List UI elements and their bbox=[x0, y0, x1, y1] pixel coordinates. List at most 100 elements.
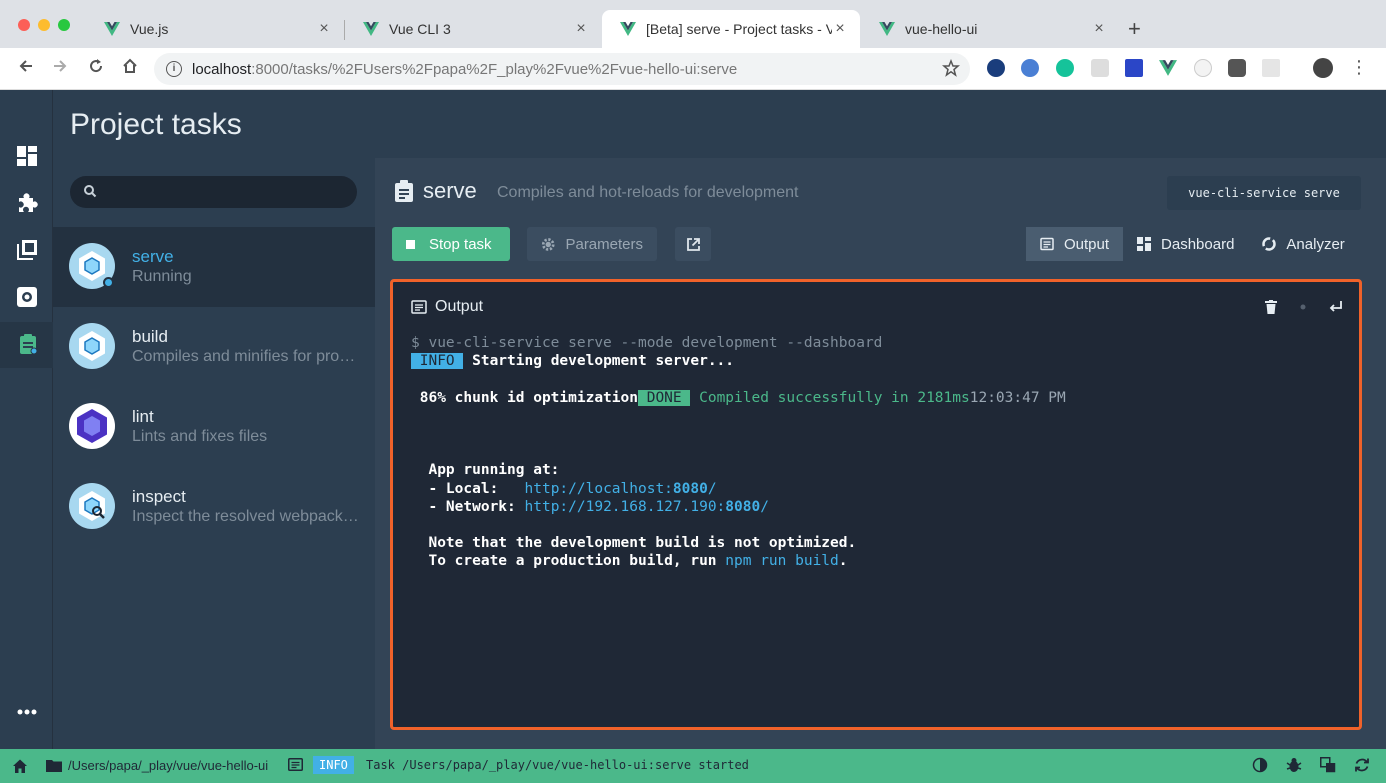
avatar[interactable] bbox=[1313, 58, 1333, 78]
extension-icon[interactable] bbox=[1228, 59, 1246, 77]
dependencies-icon[interactable] bbox=[16, 239, 38, 261]
tab-close-icon[interactable]: × bbox=[316, 20, 332, 38]
dashboard-icon[interactable] bbox=[16, 145, 38, 167]
task-list-sidebar: serve Running build Compiles and minifie… bbox=[53, 158, 375, 749]
eslint-icon bbox=[69, 403, 115, 449]
url-port: 8080 bbox=[672, 480, 708, 497]
terminal-line: . bbox=[838, 553, 848, 570]
extension-icon[interactable] bbox=[1194, 59, 1212, 77]
bug-report-icon[interactable] bbox=[1286, 757, 1302, 773]
network-url-link[interactable]: http://192.168.127.190:8080/ bbox=[525, 499, 769, 515]
tab-dashboard-label: Dashboard bbox=[1161, 235, 1235, 253]
extension-icon[interactable] bbox=[1091, 59, 1109, 77]
task-name: serve bbox=[132, 247, 174, 266]
extension-icon[interactable] bbox=[1262, 59, 1280, 77]
arrow-right-icon bbox=[54, 60, 67, 72]
output-panel: Output $ vue-cli-service serve --mode de… bbox=[390, 279, 1362, 730]
task-title: serve bbox=[423, 178, 477, 203]
url-text: http://192.168.127.190: bbox=[524, 498, 726, 515]
terminal-line: Note that the development build is not o… bbox=[411, 535, 857, 552]
info-icon[interactable]: i bbox=[166, 61, 182, 77]
more-icon[interactable] bbox=[16, 707, 38, 717]
back-button[interactable] bbox=[14, 57, 38, 81]
grammarly-icon[interactable] bbox=[1056, 59, 1074, 77]
webpack-inspect-icon bbox=[69, 483, 115, 529]
task-detail: serve Compiles and hot-reloads for devel… bbox=[375, 158, 1386, 749]
parameters-button[interactable]: Parameters bbox=[527, 227, 657, 261]
extension-icon[interactable] bbox=[1125, 59, 1143, 77]
reload-button[interactable] bbox=[84, 57, 108, 81]
task-description: Inspect the resolved webpack config bbox=[132, 508, 362, 525]
forward-button[interactable] bbox=[48, 57, 72, 81]
task-item-build[interactable]: build Compiles and minifies for producti… bbox=[53, 307, 375, 387]
home-icon bbox=[123, 58, 137, 73]
task-item-lint[interactable]: lint Lints and fixes files bbox=[53, 387, 375, 467]
view-switcher: Output Dashboard Analyzer bbox=[1026, 227, 1359, 261]
tab-analyzer[interactable]: Analyzer bbox=[1248, 227, 1358, 261]
task-name: build bbox=[132, 327, 168, 346]
new-tab-button[interactable]: + bbox=[1128, 18, 1141, 40]
puzzle-icon[interactable] bbox=[16, 192, 38, 214]
done-tag: DONE bbox=[637, 389, 691, 406]
window-zoom-button[interactable] bbox=[58, 19, 70, 31]
arrow-left-icon bbox=[19, 60, 32, 72]
browser-tab-vue-hello-ui[interactable]: vue-hello-ui × bbox=[861, 10, 1119, 48]
terminal-line: App running at: bbox=[411, 462, 560, 479]
bookmark-star-icon[interactable] bbox=[942, 59, 960, 77]
page-title: Project tasks bbox=[70, 108, 242, 141]
terminal-line: 86% chunk id optimization bbox=[411, 389, 638, 406]
stop-task-button[interactable]: Stop task bbox=[392, 227, 510, 261]
home-icon[interactable] bbox=[12, 758, 28, 774]
task-name: lint bbox=[132, 407, 154, 426]
address-bar[interactable]: i localhost:8000/tasks/%2FUsers%2Fpapa%2… bbox=[154, 53, 970, 85]
vue-ui-app: Project tasks serve Running build Compil… bbox=[0, 90, 1386, 749]
browser-tab-vue-cli[interactable]: Vue CLI 3 × bbox=[345, 10, 601, 48]
dark-mode-toggle-icon[interactable] bbox=[1252, 757, 1268, 773]
tab-output[interactable]: Output bbox=[1026, 227, 1124, 261]
tab-dashboard[interactable]: Dashboard bbox=[1123, 227, 1248, 261]
tasks-icon[interactable] bbox=[16, 333, 38, 355]
task-item-inspect[interactable]: inspect Inspect the resolved webpack con… bbox=[53, 467, 375, 547]
url-path: :8000/tasks/%2FUsers%2Fpapa%2F_play%2Fvu… bbox=[251, 60, 738, 78]
local-url-link[interactable]: http://localhost:8080/ bbox=[525, 481, 717, 497]
settings-icon[interactable] bbox=[16, 286, 38, 308]
output-actions bbox=[1265, 300, 1343, 314]
browser-toolbar: i localhost:8000/tasks/%2FUsers%2Fpapa%2… bbox=[0, 48, 1386, 90]
window-close-button[interactable] bbox=[18, 19, 30, 31]
tab-close-icon[interactable]: × bbox=[573, 20, 589, 38]
vue-logo-icon bbox=[104, 22, 120, 36]
home-button[interactable] bbox=[118, 57, 142, 81]
extension-icon[interactable] bbox=[1021, 59, 1039, 77]
url-text: http://localhost: bbox=[524, 480, 673, 497]
output-header: Output bbox=[411, 298, 483, 316]
stop-task-label: Stop task bbox=[429, 235, 492, 253]
browser-tab-project-tasks[interactable]: [Beta] serve - Project tasks - V × bbox=[602, 10, 860, 48]
task-search-input[interactable] bbox=[70, 176, 357, 208]
status-bar: /Users/papa/_play/vue/vue-hello-ui INFO … bbox=[0, 749, 1386, 783]
vue-logo-icon bbox=[620, 22, 636, 36]
npm-command: npm run build bbox=[725, 553, 839, 570]
vue-devtools-icon[interactable] bbox=[1159, 59, 1177, 77]
scroll-dot-icon[interactable] bbox=[1297, 300, 1309, 314]
refresh-icon[interactable] bbox=[1354, 757, 1370, 773]
terminal-line: - Network: bbox=[411, 498, 525, 515]
console-log-icon[interactable] bbox=[288, 758, 303, 771]
window-minimize-button[interactable] bbox=[38, 19, 50, 31]
tab-close-icon[interactable]: × bbox=[832, 20, 848, 38]
translate-icon[interactable] bbox=[1320, 757, 1336, 773]
word-wrap-icon[interactable] bbox=[1329, 300, 1343, 314]
reload-icon bbox=[90, 59, 103, 73]
project-path[interactable]: /Users/papa/_play/vue/vue-hello-ui bbox=[68, 758, 268, 773]
trash-icon[interactable] bbox=[1265, 300, 1277, 314]
tab-close-icon[interactable]: × bbox=[1091, 20, 1107, 38]
password-manager-icon[interactable] bbox=[987, 59, 1005, 77]
browser-menu-icon[interactable]: ⋮ bbox=[1350, 58, 1368, 76]
terminal-line: Compiled successfully in 2181ms bbox=[690, 389, 970, 406]
open-in-browser-button[interactable] bbox=[675, 227, 711, 261]
tab-label: Vue.js bbox=[130, 21, 169, 37]
dashboard-icon bbox=[1137, 237, 1152, 251]
folder-icon[interactable] bbox=[46, 759, 62, 772]
browser-tab-vuejs[interactable]: Vue.js × bbox=[86, 10, 344, 48]
stop-icon bbox=[406, 239, 415, 249]
task-item-serve[interactable]: serve Running bbox=[53, 227, 375, 307]
